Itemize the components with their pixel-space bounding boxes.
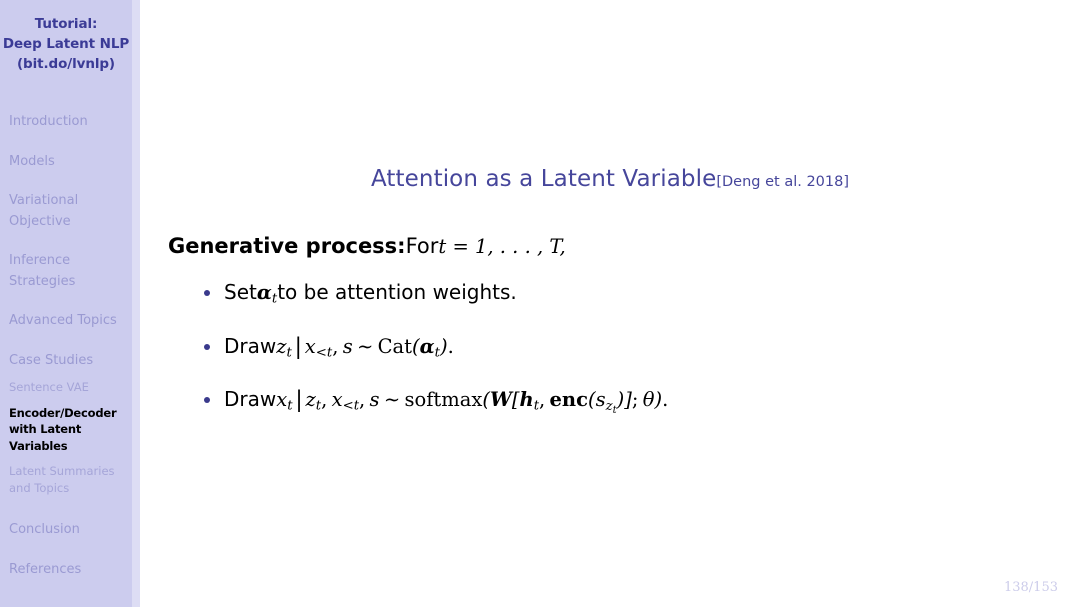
bullet-1-text-before: Set (224, 280, 257, 304)
sidebar-title: Tutorial: Deep Latent NLP (bit.do/lvnlp) (0, 0, 132, 74)
sidebar-item-encoder-decoder-with-latent-variables[interactable]: Encoder/Decoder with Latent Variables (0, 405, 132, 455)
sidebar-item-inference-strategies[interactable]: Inference Strategies (0, 251, 132, 292)
presentation-slide: Tutorial: Deep Latent NLP (bit.do/lvnlp)… (0, 0, 1080, 607)
sidebar-item-conclusion[interactable]: Conclusion (0, 520, 132, 541)
generative-process-line: Generative process:Fort = 1, . . . , T, (168, 232, 1068, 261)
sidebar-item-introduction[interactable]: Introduction (0, 112, 132, 133)
slide-title: Attention as a Latent Variable[Deng et a… (140, 166, 1080, 192)
sidebar-navigation: Tutorial: Deep Latent NLP (bit.do/lvnlp)… (0, 0, 132, 607)
bullet-list: Setαtto be attention weights. Drawzt | x<t… (168, 279, 1068, 424)
sidebar-item-case-studies[interactable]: Case Studies (0, 351, 132, 372)
slide-body: Generative process:Fort = 1, . . . , T, … (168, 232, 1068, 444)
sidebar-item-advanced-topics[interactable]: Advanced Topics (0, 311, 132, 332)
sidebar-item-latent-summaries-and-topics[interactable]: Latent Summaries and Topics (0, 463, 132, 496)
page-number: 138/153 (1003, 580, 1058, 595)
bullet-draw-latent-variable: Drawzt | x<t, s ∼ Cat(αt). (168, 333, 1068, 367)
bullet-1-math: αt (256, 281, 278, 307)
slide-title-citation: [Deng et al. 2018] (716, 174, 850, 190)
bullet-set-attention-weights: Setαtto be attention weights. (168, 279, 1068, 313)
sidebar-item-variational-objective[interactable]: Variational Objective (0, 191, 132, 232)
sidebar-title-line-1: Tutorial: (34, 16, 98, 32)
bullet-2-text-before: Draw (224, 333, 277, 358)
slide-content: Attention as a Latent Variable[Deng et a… (140, 0, 1080, 607)
generative-process-for: For (405, 234, 439, 258)
bullet-draw-observation: Drawxt | zt, x<t, s ∼ softmax(W[ht, enc(szt)]; θ… (168, 386, 1068, 424)
sidebar-gutter (132, 0, 140, 607)
bullet-3-text-before: Draw (224, 387, 277, 412)
slide-title-text: Attention as a Latent Variable (370, 166, 717, 192)
sidebar-item-sentence-vae[interactable]: Sentence VAE (0, 379, 132, 396)
bullet-2-math: zt | x<t, s ∼ Cat(αt). (276, 333, 454, 361)
generative-process-label: Generative process: (168, 234, 406, 258)
sidebar-title-line-2: Deep Latent NLP (2, 36, 130, 52)
generative-process-range: t = 1, . . . , T, (438, 235, 566, 258)
sidebar-subsection-group: Sentence VAE Encoder/Decoder with Latent… (0, 379, 132, 496)
bullet-3-math: xt | zt, x<t, s ∼ softmax(W[ht, enc(szt)]; θ). (276, 386, 669, 416)
bullet-1-text-after: to be attention weights. (277, 280, 517, 304)
sidebar-item-models[interactable]: Models (0, 152, 132, 173)
table-of-contents: Introduction Models Variational Objectiv… (0, 112, 132, 580)
sidebar-title-line-3: (bit.do/lvnlp) (16, 56, 115, 72)
sidebar-item-references[interactable]: References (0, 560, 132, 581)
